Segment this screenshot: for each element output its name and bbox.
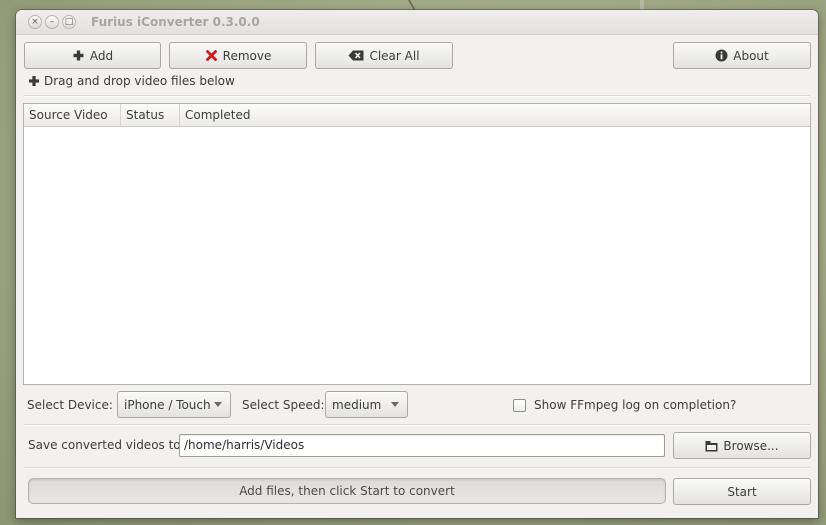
app-window: × – □ Furius iConverter 0.3.0.0 Add Remo… bbox=[16, 10, 818, 518]
minimize-icon: – bbox=[49, 17, 55, 27]
chevron-down-icon bbox=[391, 402, 399, 407]
column-header-source-video[interactable]: Source Video bbox=[24, 104, 121, 126]
remove-button-label: Remove bbox=[222, 48, 272, 63]
save-location-label: Save converted videos to: bbox=[28, 438, 185, 452]
red-x-icon bbox=[205, 49, 218, 62]
backspace-icon bbox=[348, 49, 364, 62]
browse-button[interactable]: Browse... bbox=[673, 432, 811, 459]
video-list-header: Source Video Status Completed bbox=[24, 104, 810, 127]
progress-text: Add files, then click Start to convert bbox=[239, 484, 455, 498]
save-path-input[interactable]: /home/harris/Videos bbox=[179, 434, 665, 457]
start-button[interactable]: Start bbox=[673, 478, 811, 505]
select-speed-label: Select Speed: bbox=[242, 398, 325, 412]
device-dropdown-value: iPhone / Touch bbox=[124, 397, 211, 412]
window-title: Furius iConverter 0.3.0.0 bbox=[91, 15, 260, 29]
add-button[interactable]: Add bbox=[24, 42, 161, 69]
column-header-status[interactable]: Status bbox=[121, 104, 180, 126]
drag-drop-hint: Drag and drop video files below bbox=[28, 74, 235, 88]
device-dropdown[interactable]: iPhone / Touch bbox=[117, 391, 231, 418]
speed-dropdown[interactable]: medium bbox=[325, 391, 408, 418]
about-button[interactable]: About bbox=[673, 42, 811, 69]
window-minimize-button[interactable]: – bbox=[45, 15, 59, 29]
close-icon: × bbox=[31, 17, 39, 27]
clear-all-button[interactable]: Clear All bbox=[315, 42, 453, 69]
remove-button[interactable]: Remove bbox=[169, 42, 307, 69]
select-device-label: Select Device: bbox=[27, 398, 113, 412]
chevron-down-icon bbox=[214, 402, 222, 407]
wallpaper-detail bbox=[640, 0, 644, 10]
plus-icon bbox=[72, 49, 85, 62]
folder-icon bbox=[705, 439, 718, 452]
clear-all-button-label: Clear All bbox=[369, 48, 420, 63]
maximize-icon: □ bbox=[64, 17, 74, 27]
info-icon bbox=[715, 49, 728, 62]
drag-drop-hint-text: Drag and drop video files below bbox=[44, 74, 235, 88]
add-button-label: Add bbox=[89, 48, 114, 63]
title-bar[interactable]: × – □ Furius iConverter 0.3.0.0 bbox=[16, 10, 818, 35]
video-list[interactable]: Source Video Status Completed bbox=[23, 103, 811, 385]
start-button-label: Start bbox=[727, 484, 757, 499]
column-header-completed[interactable]: Completed bbox=[180, 104, 810, 126]
separator bbox=[24, 424, 810, 425]
separator bbox=[24, 467, 810, 468]
speed-dropdown-value: medium bbox=[332, 397, 382, 412]
separator bbox=[24, 95, 810, 96]
browse-button-label: Browse... bbox=[723, 438, 779, 453]
window-maximize-button[interactable]: □ bbox=[62, 15, 76, 29]
ffmpeg-log-label[interactable]: Show FFmpeg log on completion? bbox=[534, 397, 736, 413]
plus-icon bbox=[28, 76, 39, 87]
about-button-label: About bbox=[733, 48, 769, 63]
ffmpeg-log-checkbox[interactable] bbox=[513, 399, 526, 412]
window-close-button[interactable]: × bbox=[28, 15, 42, 29]
conversion-progress-bar: Add files, then click Start to convert bbox=[28, 478, 666, 504]
